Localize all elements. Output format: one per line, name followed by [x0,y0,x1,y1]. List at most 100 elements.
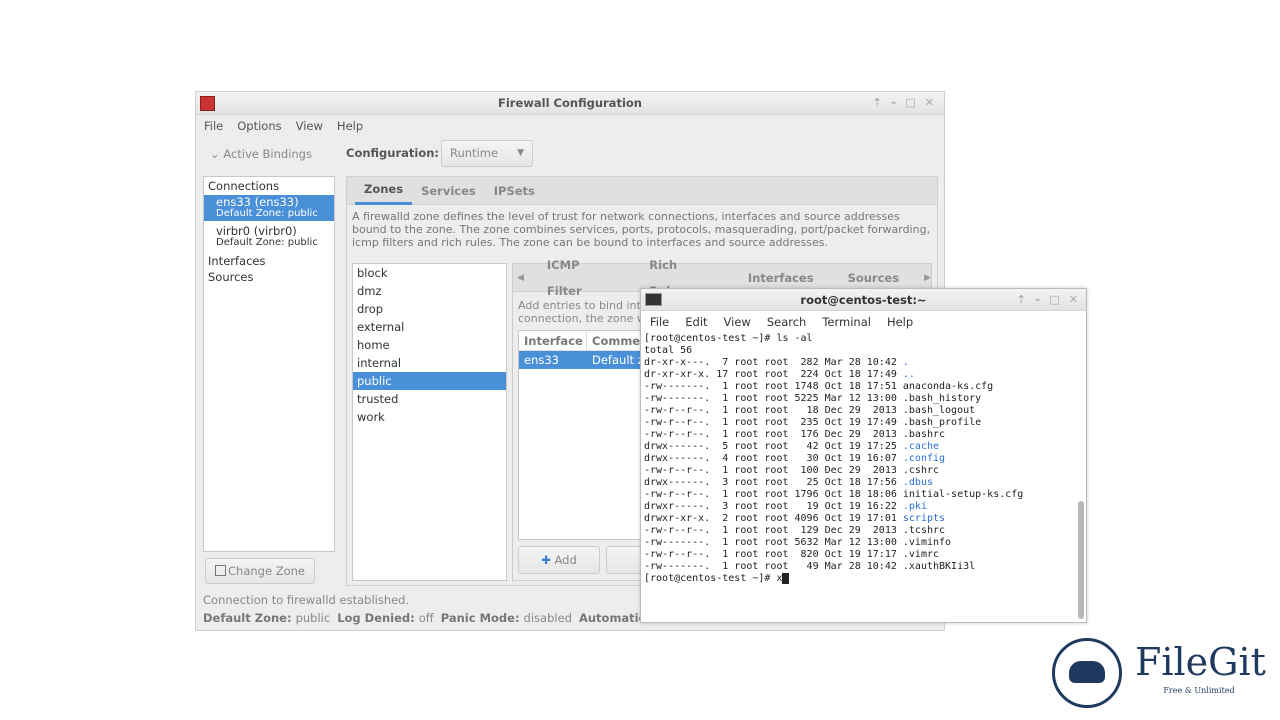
zone-item-work[interactable]: work [353,408,506,426]
zone-item-block[interactable]: block [353,264,506,282]
zone-item-public[interactable]: public [353,372,506,390]
terminal-line: -rw-------. 1 root root 5225 Mar 12 13:0… [644,393,1023,405]
file-name: .bashrc [902,429,946,440]
column-header[interactable]: Comme [587,331,647,350]
change-zone-icon [215,565,227,576]
menu-search[interactable]: Search [767,315,807,329]
file-name: initial-setup-ks.cfg [902,489,1024,500]
menu-help[interactable]: Help [887,315,913,329]
terminal-line: -rw-r--r--. 1 root root 176 Dec 29 2013 … [644,429,1023,441]
file-info: drwxr-----. 3 root root 19 Oct 19 16:22 [644,501,903,512]
zone-item-drop[interactable]: drop [353,300,506,318]
add-button[interactable]: ✚ Add [518,546,600,574]
file-name: .cache [902,441,940,452]
scroll-right-icon[interactable]: ▶ [924,273,931,283]
file-name: .pki [902,501,927,512]
zone-item-internal[interactable]: internal [353,354,506,372]
close-icon[interactable]: ✕ [925,92,934,114]
tab-ipsets[interactable]: IPSets [485,178,544,204]
subtab-sources[interactable]: Sources [839,265,909,291]
maximize-icon[interactable]: □ [905,92,915,114]
terminal-output[interactable]: [root@centos-test ~]# ls -al total 56 dr-x… [644,333,1023,585]
menu-help[interactable]: Help [337,119,363,133]
file-name: . [902,357,909,368]
file-name: .viminfo [902,537,952,548]
terminal-menubar: File Edit View Search Terminal Help [641,311,1086,333]
file-info: -rw-r--r--. 1 root root 176 Dec 29 2013 [644,429,903,440]
command: ls -al [776,333,813,344]
table-cell: ens33 [524,353,559,367]
tab-services[interactable]: Services [412,178,485,204]
firewall-titlebar[interactable]: Firewall Configuration ⇡ – □ ✕ [196,92,944,115]
menu-options[interactable]: Options [237,119,281,133]
file-info: -rw-r--r--. 1 root root 100 Dec 29 2013 [644,465,903,476]
prompt: [root@centos-test ~]# [644,333,777,344]
connection-item[interactable]: ens33 (ens33) Default Zone: public [204,195,334,221]
column-header[interactable]: Interface [519,331,587,350]
terminal-line: drwxr-xr-x. 2 root root 4096 Oct 19 17:0… [644,513,1023,525]
menu-view[interactable]: View [296,119,323,133]
scroll-left-icon[interactable]: ◀ [517,273,524,283]
zone-item-dmz[interactable]: dmz [353,282,506,300]
change-zone-button[interactable]: Change Zone [205,558,315,584]
menu-file[interactable]: File [650,315,669,329]
tab-zones[interactable]: Zones [355,176,413,205]
file-info: drwx------. 4 root root 30 Oct 19 16:07 [644,453,903,464]
minimize-icon[interactable]: – [891,92,897,114]
active-bindings-toggle[interactable]: ⌄ Active Bindings [210,147,312,161]
terminal-line: drwxr-----. 3 root root 19 Oct 19 16:22 … [644,501,1023,513]
file-info: drwx------. 5 root root 42 Oct 19 17:25 [644,441,903,452]
menu-terminal[interactable]: Terminal [822,315,871,329]
terminal-titlebar[interactable]: root@centos-test:~ ⇡ – □ ✕ [641,289,1086,311]
terminal-line: -rw-------. 1 root root 1748 Oct 18 17:5… [644,381,1023,393]
prompt: [root@centos-test ~]# [644,573,777,584]
pin-icon[interactable]: ⇡ [873,92,882,114]
menu-edit[interactable]: Edit [685,315,707,329]
terminal-window: root@centos-test:~ ⇡ – □ ✕ File Edit View Sear… [640,288,1087,623]
zone-list: block dmz drop external home internal public tr… [352,263,507,581]
file-name: .dbus [902,477,933,488]
zone-item-external[interactable]: external [353,318,506,336]
terminal-line: -rw-r--r--. 1 root root 235 Oct 19 17:49… [644,417,1023,429]
file-name: .. [902,369,915,380]
minimize-icon[interactable]: – [1035,289,1041,311]
connection-name: ens33 (ens33) [216,195,299,209]
interfaces-header[interactable]: Interfaces [204,253,334,269]
terminal-line: drwx------. 5 root root 42 Oct 19 17:25 … [644,441,1023,453]
configuration-select[interactable]: Runtime ▼ [441,140,533,167]
file-info: -rw-------. 1 root root 1748 Oct 18 17:5… [644,381,903,392]
zone-item-trusted[interactable]: trusted [353,390,506,408]
connection-name: virbr0 (virbr0) [216,224,297,238]
change-zone-label: Change Zone [228,564,305,578]
close-icon[interactable]: ✕ [1069,289,1078,311]
terminal-line: -rw-r--r--. 1 root root 18 Dec 29 2013 .… [644,405,1023,417]
zone-item-home[interactable]: home [353,336,506,354]
file-name: .cshrc [902,465,940,476]
connections-header: Connections [208,179,280,193]
connection-item[interactable]: virbr0 (virbr0) Default Zone: public [204,224,334,250]
chevron-down-icon: ▼ [517,148,524,158]
terminal-line: total 56 [644,345,1023,357]
status-fields: Default Zone: public Log Denied: off Panic M… [203,611,670,625]
watermark-tagline: Free & Unlimited [1163,686,1235,695]
file-name: .tcshrc [902,525,946,536]
maximize-icon[interactable]: □ [1049,289,1059,311]
plus-icon: ✚ [541,553,551,567]
terminal-line: -rw-r--r--. 1 root root 100 Dec 29 2013 … [644,465,1023,477]
file-name: .bash_history [902,393,982,404]
subtab-icmp-filter[interactable]: ICMP Filter [538,252,624,304]
terminal-scrollbar[interactable] [1078,501,1084,619]
file-info: -rw-r--r--. 1 root root 820 Oct 19 17:17 [644,549,903,560]
zone-description: A firewalld zone defines the level of tr… [352,210,931,249]
status-value: disabled [523,611,572,625]
pin-icon[interactable]: ⇡ [1017,289,1026,311]
menu-view[interactable]: View [724,315,751,329]
subtab-interfaces[interactable]: Interfaces [739,265,823,291]
sources-header[interactable]: Sources [204,269,334,285]
menu-file[interactable]: File [204,119,223,133]
status-value: off [418,611,434,625]
terminal-line: dr-xr-xr-x. 17 root root 224 Oct 18 17:4… [644,369,1023,381]
window-title: Firewall Configuration [498,96,642,110]
file-info: drwxr-xr-x. 2 root root 4096 Oct 19 17:0… [644,513,903,524]
add-label: Add [554,553,577,567]
